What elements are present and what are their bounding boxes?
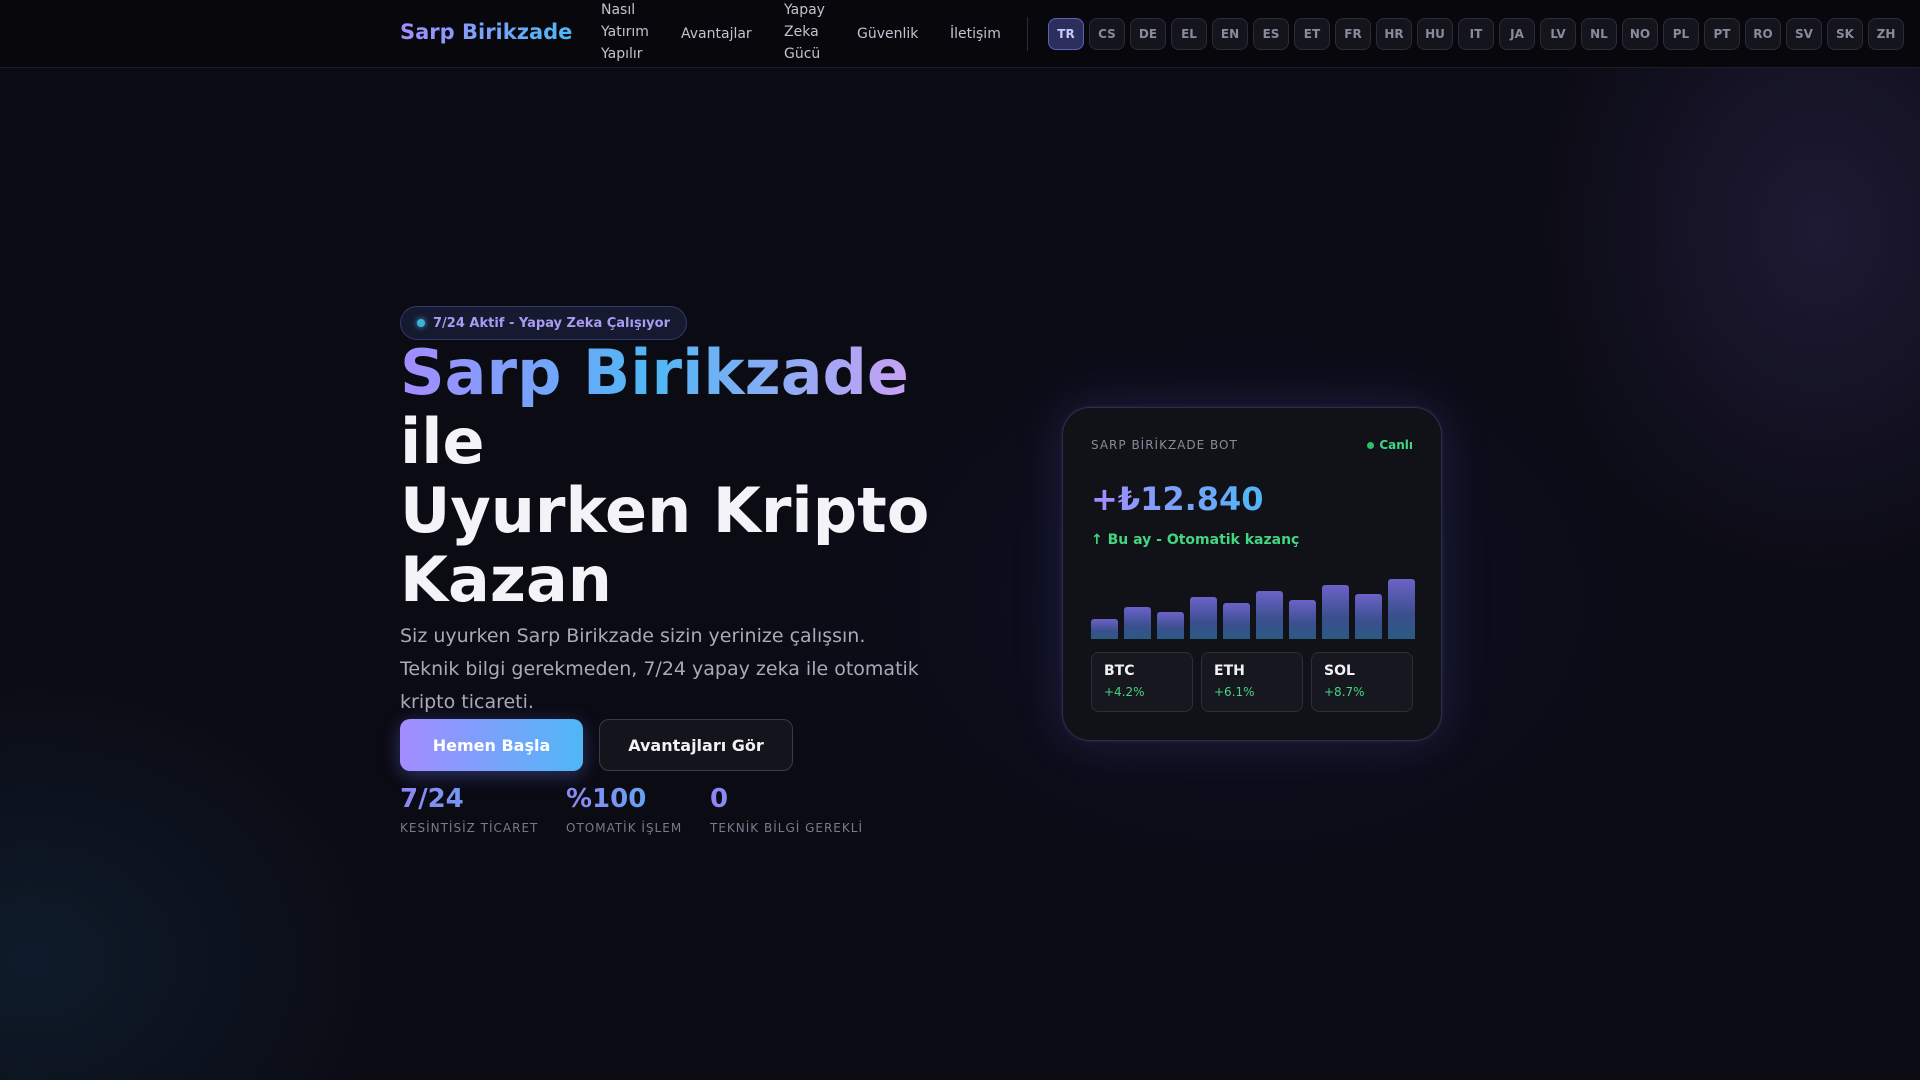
chart-bar xyxy=(1124,607,1151,639)
hero-title-line3: Kazan xyxy=(400,543,612,616)
nav-divider xyxy=(1027,17,1028,51)
nav-link-line: İletişim xyxy=(950,26,1001,42)
language-button-ro[interactable]: RO xyxy=(1745,18,1781,50)
nav-link-advantages[interactable]: Avantajlar xyxy=(681,23,752,45)
status-badge-text: 7/24 Aktif - Yapay Zeka Çalışıyor xyxy=(433,315,670,331)
language-switcher: TR CS DE EL EN ES ET FR HR HU IT JA LV NL NO PL PT RO SV SK… xyxy=(1048,18,1904,50)
hero-title-line1-rest: ile xyxy=(400,405,485,478)
nav-link-line: Nasıl xyxy=(601,2,636,18)
brand-logo[interactable]: Sarp Birikzade xyxy=(400,20,572,44)
language-button-fr[interactable]: FR xyxy=(1335,18,1371,50)
coin-name: ETH xyxy=(1214,663,1245,679)
nav-link-line: Yatırım xyxy=(601,24,649,40)
nav-link-ai-power[interactable]: Yapay Zeka Gücü xyxy=(784,0,825,65)
nav-link-line: Güvenlik xyxy=(857,26,919,42)
language-button-nl[interactable]: NL xyxy=(1581,18,1617,50)
chart-bar xyxy=(1091,619,1118,639)
coin-name: SOL xyxy=(1324,663,1355,679)
top-navbar: Sarp Birikzade Nasıl Yatırım Yapılır Ava… xyxy=(0,0,1920,68)
coin-change: +6.1% xyxy=(1214,685,1255,699)
hero-description: Siz uyurken Sarp Birikzade sizin yeriniz… xyxy=(400,625,919,713)
language-button-pl[interactable]: PL xyxy=(1663,18,1699,50)
pulse-dot-icon xyxy=(417,319,425,327)
bot-card-title: SARP BİRİKZADE BOT xyxy=(1091,438,1238,452)
stat-value: 7/24 xyxy=(400,783,538,815)
stat-label: OTOMATİK İŞLEM xyxy=(566,821,683,835)
hero-title-line2: Uyurken Kripto xyxy=(400,474,930,547)
chart-bar xyxy=(1322,585,1349,639)
stat-label: KESİNTİSİZ TİCARET xyxy=(400,821,539,835)
status-badge: 7/24 Aktif - Yapay Zeka Çalışıyor xyxy=(400,306,687,340)
hero-title: Sarp Birikzade ile Uyurken Kripto Kazan xyxy=(400,338,960,614)
live-status: Canlı xyxy=(1367,438,1413,452)
earnings-bar-chart xyxy=(1091,571,1415,639)
nav-link-line: Yapılır xyxy=(601,46,643,62)
stat-item: 0 TEKNİK BİLGİ GEREKLİ xyxy=(710,783,863,835)
stat-item: %100 OTOMATİK İŞLEM xyxy=(566,783,682,835)
chart-bar xyxy=(1157,612,1184,639)
nav-link-contact[interactable]: İletişim xyxy=(950,23,1001,45)
coin-card-btc[interactable]: BTC +4.2% xyxy=(1091,652,1193,712)
chart-bar xyxy=(1388,579,1415,639)
language-button-hr[interactable]: HR xyxy=(1376,18,1412,50)
chart-bar xyxy=(1256,591,1283,639)
earnings-subtitle: ↑ Bu ay - Otomatik kazanç xyxy=(1091,532,1300,548)
language-button-zh[interactable]: ZH xyxy=(1868,18,1904,50)
language-button-tr[interactable]: TR xyxy=(1048,18,1084,50)
coin-change: +4.2% xyxy=(1104,685,1145,699)
nav-link-security[interactable]: Güvenlik xyxy=(857,23,918,45)
hero-title-highlight: Sarp Birikzade xyxy=(400,338,960,407)
language-button-sv[interactable]: SV xyxy=(1786,18,1822,50)
bot-card: SARP BİRİKZADE BOT Canlı +₺12.840 ↑ Bu a… xyxy=(1062,407,1442,741)
live-dot-icon xyxy=(1367,441,1375,449)
language-button-sk[interactable]: SK xyxy=(1827,18,1863,50)
stat-value: 0 xyxy=(710,783,863,815)
language-button-es[interactable]: ES xyxy=(1253,18,1289,50)
language-button-hu[interactable]: HU xyxy=(1417,18,1453,50)
nav-link-how-to-invest[interactable]: Nasıl Yatırım Yapılır xyxy=(601,0,649,65)
stat-value: %100 xyxy=(566,783,682,815)
coin-change: +8.7% xyxy=(1324,685,1365,699)
language-button-it[interactable]: IT xyxy=(1458,18,1494,50)
chart-bar xyxy=(1289,600,1316,639)
nav-link-line: Yapay xyxy=(784,2,825,18)
chart-bar xyxy=(1355,594,1382,639)
coin-card-eth[interactable]: ETH +6.1% xyxy=(1201,652,1303,712)
nav-link-line: Gücü xyxy=(784,46,821,62)
nav-link-line: Avantajlar xyxy=(681,26,752,42)
earnings-amount: +₺12.840 xyxy=(1091,480,1264,518)
language-button-ja[interactable]: JA xyxy=(1499,18,1535,50)
coin-list: BTC +4.2% ETH +6.1% SOL +8.7% xyxy=(1091,652,1415,712)
language-button-no[interactable]: NO xyxy=(1622,18,1658,50)
live-status-text: Canlı xyxy=(1379,438,1413,452)
language-button-en[interactable]: EN xyxy=(1212,18,1248,50)
language-button-lv[interactable]: LV xyxy=(1540,18,1576,50)
see-advantages-button[interactable]: Avantajları Gör xyxy=(599,719,793,771)
language-button-el[interactable]: EL xyxy=(1171,18,1207,50)
stat-label: TEKNİK BİLGİ GEREKLİ xyxy=(710,821,863,835)
stat-item: 7/24 KESİNTİSİZ TİCARET xyxy=(400,783,538,835)
language-button-de[interactable]: DE xyxy=(1130,18,1166,50)
chart-bar xyxy=(1223,603,1250,639)
language-button-pt[interactable]: PT xyxy=(1704,18,1740,50)
coin-name: BTC xyxy=(1104,663,1135,679)
language-button-cs[interactable]: CS xyxy=(1089,18,1125,50)
start-now-button[interactable]: Hemen Başla xyxy=(400,719,583,771)
chart-bar xyxy=(1190,597,1217,639)
coin-card-sol[interactable]: SOL +8.7% xyxy=(1311,652,1413,712)
language-button-et[interactable]: ET xyxy=(1294,18,1330,50)
nav-link-line: Zeka xyxy=(784,24,819,40)
